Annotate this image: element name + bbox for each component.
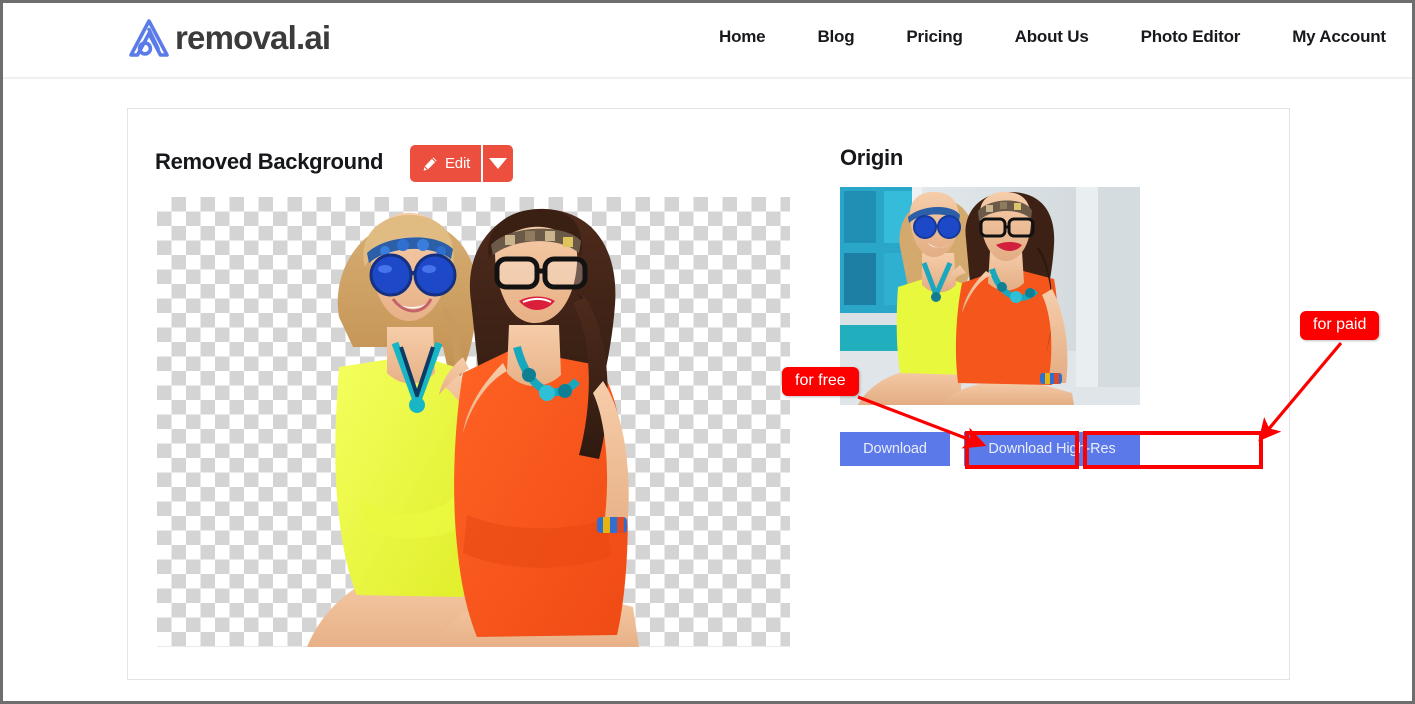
main-nav: Home Blog Pricing About Us Photo Editor … (693, 27, 1412, 47)
edit-button[interactable]: Edit (410, 145, 514, 182)
subject-cutout-image (307, 208, 639, 647)
removal-ai-logo-icon (125, 15, 173, 63)
origin-thumbnail[interactable] (840, 187, 1140, 405)
download-button[interactable]: Download (840, 432, 950, 466)
brand-logo[interactable]: removal.ai (125, 15, 331, 63)
origin-heading: Origin (840, 145, 903, 170)
callout-for-paid: for paid (1300, 311, 1380, 340)
edit-button-label: Edit (445, 155, 471, 172)
nav-item-home[interactable]: Home (693, 27, 791, 47)
result-card: Removed Background Edit Origin Download … (127, 108, 1290, 680)
brand-name: removal.ai (175, 19, 331, 56)
nav-item-my-account[interactable]: My Account (1266, 27, 1412, 47)
nav-item-blog[interactable]: Blog (791, 27, 880, 47)
download-high-res-button[interactable]: Download High-Res (964, 432, 1140, 466)
pencil-icon (422, 156, 438, 172)
browser-frame: removal.ai Home Blog Pricing About Us Ph… (0, 0, 1415, 704)
nav-item-photo-editor[interactable]: Photo Editor (1115, 27, 1267, 47)
nav-item-about-us[interactable]: About Us (989, 27, 1115, 47)
download-actions: Download Download High-Res (840, 432, 1140, 466)
site-header: removal.ai Home Blog Pricing About Us Ph… (3, 3, 1412, 79)
removed-background-preview[interactable] (157, 197, 790, 647)
nav-item-pricing[interactable]: Pricing (880, 27, 988, 47)
caret-down-icon[interactable] (483, 145, 513, 182)
edit-button-main[interactable]: Edit (410, 145, 484, 182)
removed-background-heading: Removed Background (155, 149, 384, 174)
